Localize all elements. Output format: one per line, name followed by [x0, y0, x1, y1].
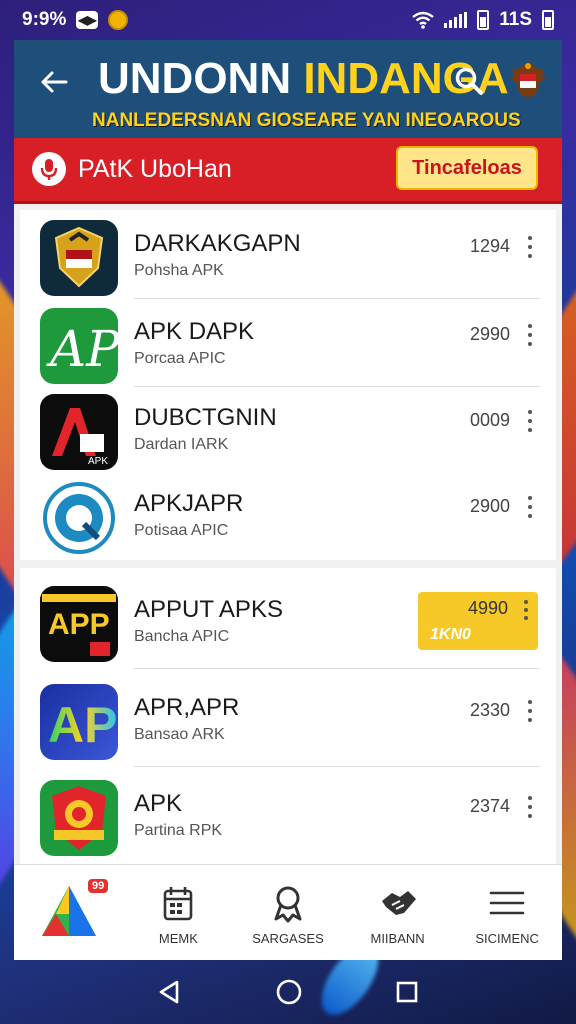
app-subtitle: Dardan IARK	[134, 436, 229, 453]
svg-text:APK: APK	[88, 456, 108, 467]
app-name: DARKAKGAPN	[134, 230, 301, 257]
more-vert-icon[interactable]	[526, 796, 534, 818]
list-item[interactable]: APK DUBCTGNIN Dardan IARK 0009	[20, 386, 556, 472]
list-item[interactable]: APP APPUT APKS Bancha APIC 4990 1KN0	[20, 578, 556, 664]
app-subtitle: Bansao ARK	[134, 726, 225, 743]
nav-label: MEMK	[158, 931, 198, 946]
ap-logo-icon: AP	[40, 308, 118, 384]
app-list-card: DARKAKGAPN Pohsha APK 1294 AP APK DAPK P…	[20, 210, 556, 560]
app-count: 2374	[469, 796, 510, 816]
app-name: APR,APR	[134, 694, 240, 721]
search-icon[interactable]	[454, 66, 484, 96]
status-bar: 9:9% ◀▶ 11S	[0, 0, 576, 40]
page-subtitle: NANLEDERSNAN GIOSEARE YAN INEOAROUS	[92, 110, 521, 131]
page-title: UNDONN INDANGA	[98, 54, 509, 104]
emblem-icon	[508, 58, 548, 102]
list-item[interactable]: AP APR,APR Bansao ARK 2330	[20, 676, 556, 762]
app-count: 0009	[469, 410, 510, 430]
more-vert-icon[interactable]	[526, 324, 534, 346]
handshake-icon	[381, 891, 416, 915]
nav-label: SICIMENC	[475, 931, 539, 946]
divider	[134, 766, 540, 767]
app-count: 4990	[467, 598, 508, 618]
app-yellow-icon: APP	[40, 586, 118, 662]
back-triangle-icon[interactable]	[157, 979, 183, 1005]
more-vert-icon[interactable]	[526, 496, 534, 518]
q-badge-icon	[40, 480, 118, 556]
battery-icon	[542, 10, 554, 30]
app-count: 2330	[469, 700, 510, 720]
app-subtitle: Bancha APIC	[134, 628, 230, 645]
app-count: 1294	[469, 236, 510, 256]
nav-sargases[interactable]: SARGASES	[233, 865, 343, 960]
signal-icon	[444, 12, 468, 28]
status-time: 9:9%	[22, 9, 67, 30]
search-bar[interactable]: PAtK UboHan Tincafeloas	[14, 138, 562, 204]
more-vert-icon[interactable]	[522, 600, 530, 620]
recents-square-icon[interactable]	[395, 980, 419, 1004]
app-subtitle: Pohsha APK	[134, 262, 224, 279]
ap-gradient-icon: AP	[40, 684, 118, 760]
app-count-secondary: 1KN0	[430, 626, 471, 643]
back-arrow-icon[interactable]	[36, 64, 72, 100]
title-white-part: UNDONN	[98, 54, 304, 103]
app-window: UNDONN INDANGA NANLEDERSNAN GIOSEARE YAN…	[14, 40, 562, 960]
nav-label: SARGASES	[252, 931, 324, 946]
more-vert-icon[interactable]	[526, 410, 534, 432]
list-item[interactable]: DARKAKGAPN Pohsha APK 1294	[20, 212, 556, 298]
app-name: APPUT APKS	[134, 596, 283, 623]
notification-badge: 99	[88, 879, 109, 893]
app-count: 2990	[469, 324, 510, 344]
app-name: APK DAPK	[134, 318, 255, 345]
more-vert-icon[interactable]	[526, 700, 534, 722]
coin-icon	[108, 10, 129, 30]
calendar-icon	[164, 887, 193, 921]
list-item[interactable]: APK Partina RPK 2374	[20, 772, 556, 858]
nav-miibann[interactable]: MIIBANN	[343, 865, 453, 960]
bottom-navigation: 99 MEMK SARGASES MIIBANN SICIMENC	[14, 864, 562, 960]
list-item[interactable]: APKJAPR Potisaa APIC 2900	[20, 472, 556, 558]
divider	[134, 298, 540, 299]
nav-home[interactable]: 99	[14, 865, 124, 960]
app-icon-text: APP	[48, 608, 110, 641]
microphone-icon[interactable]	[32, 152, 66, 186]
a-apk-icon: APK	[40, 394, 118, 470]
divider	[134, 668, 540, 669]
app-list-card: APP APPUT APKS Bancha APIC 4990 1KN0 AP …	[20, 568, 556, 864]
screen-record-icon: ◀▶	[76, 11, 99, 29]
list-item[interactable]: AP APK DAPK Porcaa APIC 2990	[20, 300, 556, 386]
svg-text:AP: AP	[46, 320, 118, 378]
system-navigation-bar	[0, 960, 576, 1024]
crest-icon	[40, 220, 118, 296]
search-label[interactable]: PAtK UboHan	[78, 155, 232, 184]
more-vert-icon[interactable]	[526, 236, 534, 258]
wifi-icon	[412, 11, 434, 29]
app-subtitle: Porcaa APIC	[134, 350, 226, 367]
nav-memk[interactable]: MEMK	[124, 865, 234, 960]
app-subtitle: Partina RPK	[134, 822, 223, 839]
app-name: APKJAPR	[134, 490, 244, 517]
app-header: UNDONN INDANGA NANLEDERSNAN GIOSEARE YAN…	[14, 40, 562, 138]
nav-label: MIIBANN	[370, 931, 425, 946]
app-name: APK	[134, 790, 183, 817]
home-circle-icon[interactable]	[275, 978, 303, 1006]
svg-text:AP: AP	[48, 697, 117, 753]
status-right-text: 11S	[499, 9, 532, 30]
app-name: DUBCTGNIN	[134, 404, 277, 431]
highlight-badge[interactable]: 4990 1KN0	[418, 592, 538, 650]
app-subtitle: Potisaa APIC	[134, 522, 229, 539]
shield-badge-icon	[40, 780, 118, 856]
menu-icon	[489, 891, 525, 915]
app-count: 2900	[469, 496, 510, 516]
award-icon	[274, 886, 302, 923]
sim-icon	[477, 10, 490, 30]
nav-sicimenc[interactable]: SICIMENC	[452, 865, 562, 960]
search-action-button[interactable]: Tincafeloas	[396, 146, 538, 190]
app-list: DARKAKGAPN Pohsha APK 1294 AP APK DAPK P…	[14, 204, 562, 864]
